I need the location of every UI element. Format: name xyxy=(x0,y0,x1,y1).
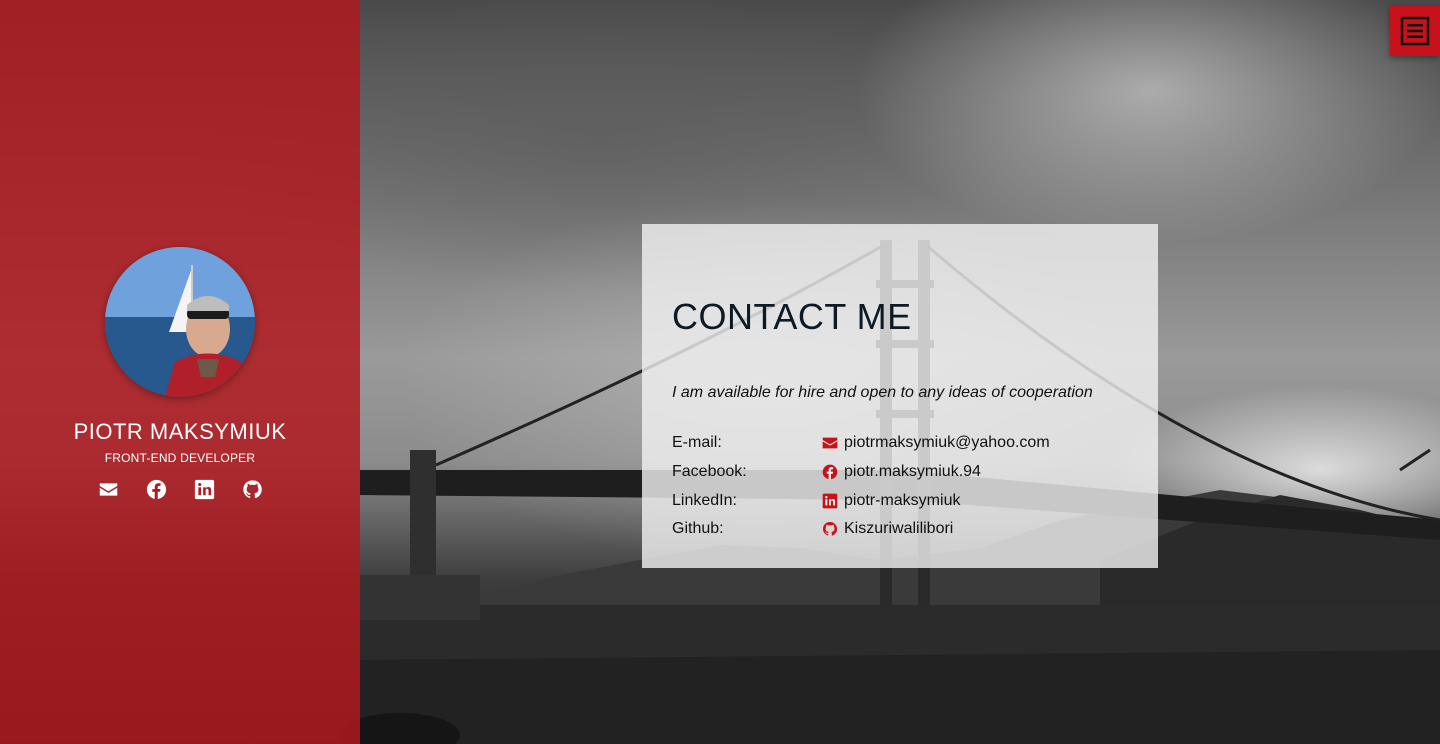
profile-role: FRONT-END DEVELOPER xyxy=(104,451,256,465)
facebook-link[interactable]: piotr.maksymiuk.94 xyxy=(822,463,981,481)
profile-photo xyxy=(105,247,255,397)
facebook-icon xyxy=(822,464,838,480)
contact-intro: I am available for hire and open to any … xyxy=(672,384,1093,401)
linkedin-link[interactable] xyxy=(194,479,215,500)
contact-value: piotr-maksymiuk xyxy=(844,491,961,509)
github-link[interactable]: Kiszuriwalilibori xyxy=(822,520,953,538)
contact-list: E-mail: piotrmaksymiuk@yahoo.com Faceboo… xyxy=(672,429,1128,544)
linkedin-icon xyxy=(194,479,214,500)
contact-label: Github: xyxy=(672,520,724,538)
profile-name: PIOTR MAKSYMIUK xyxy=(73,419,287,444)
contact-row-linkedin: LinkedIn: piotr-maksymiuk xyxy=(672,486,1128,515)
envelope-icon xyxy=(822,438,838,449)
profile-sidebar: PIOTR MAKSYMIUK FRONT-END DEVELOPER xyxy=(0,0,360,744)
linkedin-link[interactable]: piotr-maksymiuk xyxy=(822,492,960,510)
github-link[interactable] xyxy=(242,479,263,500)
linkedin-icon xyxy=(822,493,838,509)
github-icon xyxy=(823,522,838,537)
email-link[interactable] xyxy=(98,479,119,500)
contact-value: piotrmaksymiuk@yahoo.com xyxy=(844,434,1050,452)
social-links xyxy=(98,479,263,500)
facebook-link[interactable] xyxy=(146,479,167,500)
contact-value: Kiszuriwalilibori xyxy=(844,520,954,538)
contact-title: CONTACT ME xyxy=(672,296,912,337)
hamburger-menu-icon xyxy=(1400,16,1430,46)
email-link[interactable]: piotrmaksymiuk@yahoo.com xyxy=(822,434,1050,452)
contact-value: piotr.maksymiuk.94 xyxy=(844,463,981,481)
contact-row-email: E-mail: piotrmaksymiuk@yahoo.com xyxy=(672,429,1128,458)
facebook-icon xyxy=(146,479,166,500)
contact-card: CONTACT ME I am available for hire and o… xyxy=(642,224,1158,568)
contact-row-facebook: Facebook: piotr.maksymiuk.94 xyxy=(672,458,1128,487)
github-icon xyxy=(242,480,262,499)
contact-row-github: Github: Kiszuriwalilibori xyxy=(672,515,1128,544)
contact-label: E-mail: xyxy=(672,434,722,452)
contact-label: Facebook: xyxy=(672,463,747,481)
envelope-icon xyxy=(99,483,117,496)
contact-label: LinkedIn: xyxy=(672,491,737,509)
menu-toggle-button[interactable] xyxy=(1390,6,1440,56)
